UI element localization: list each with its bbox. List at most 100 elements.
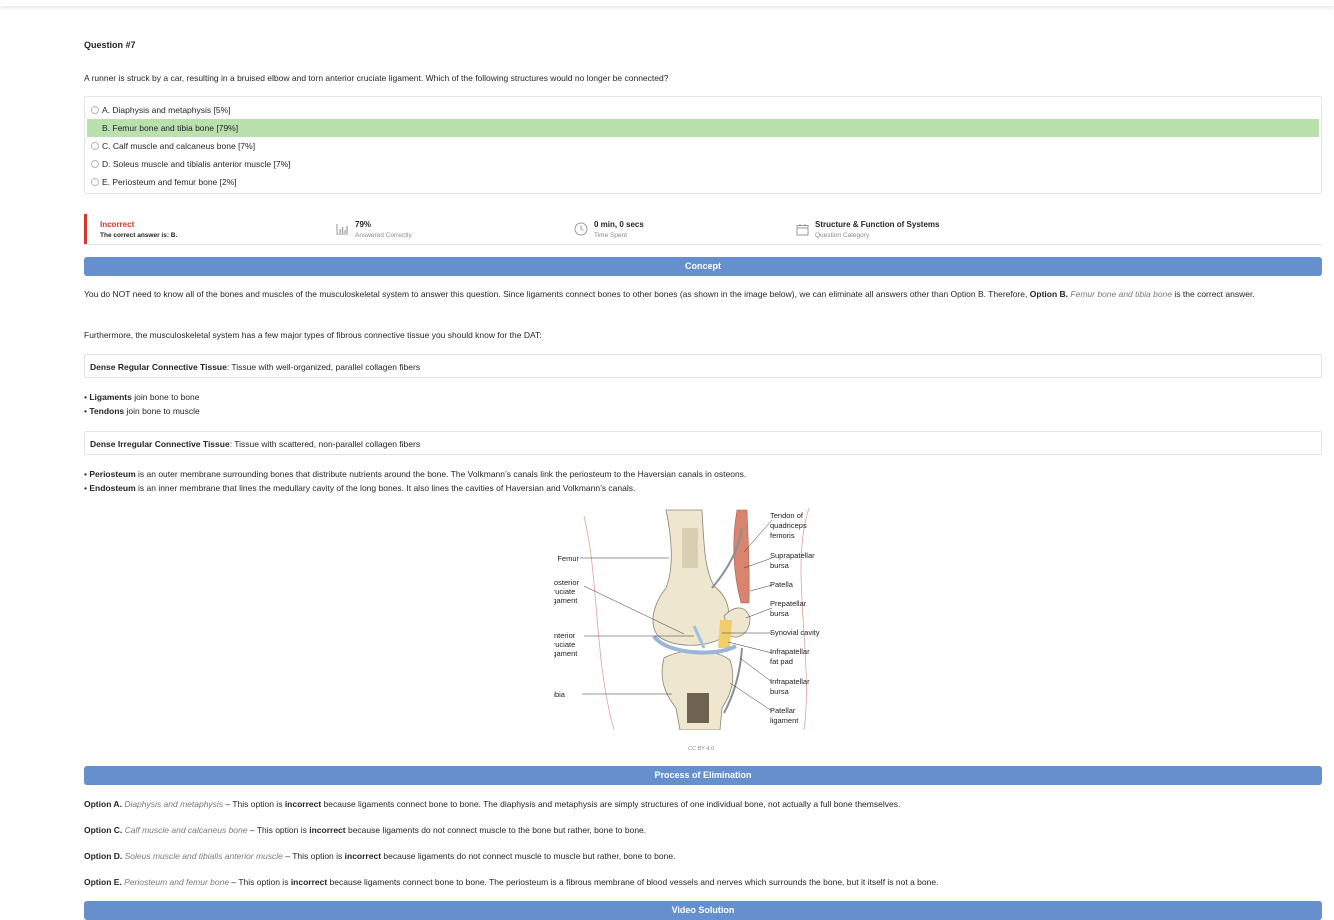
option-label: A. Diaphysis and metaphysis [5%] — [102, 105, 231, 115]
category-label: Question Category — [815, 231, 870, 239]
bullet-dot: • — [84, 483, 87, 493]
option-label: E. Periosteum and femur bone [2%] — [102, 177, 237, 187]
elimination-option-a: Option A. Diaphysis and metaphysis – Thi… — [84, 799, 900, 809]
label-patellar-lig-2: ligament — [770, 716, 799, 725]
option-text: – This option is — [223, 799, 285, 809]
option-reason: because ligaments do not connect muscle … — [381, 851, 676, 861]
bullet-dot: • — [84, 392, 87, 402]
incorrect-word: incorrect — [344, 851, 382, 861]
bullet-dot: • — [84, 406, 87, 416]
option-tag: Option C. — [84, 825, 123, 835]
label-synovial: Synovial cavity — [770, 628, 820, 637]
radio-button[interactable] — [91, 142, 99, 150]
dense-regular-box: Dense Regular Connective Tissue: Tissue … — [84, 354, 1322, 378]
bullet-term: Ligaments — [89, 392, 132, 402]
incorrect-word: incorrect — [284, 799, 322, 809]
result-label: Incorrect — [100, 219, 135, 229]
label-tendon-3: femoris — [770, 531, 795, 540]
option-label: B. Femur bone and tibia bone [79%] — [102, 123, 239, 133]
video-solution-header: Video Solution — [84, 901, 1322, 920]
bullet-term: Endosteum — [89, 483, 136, 493]
incorrect-word: incorrect — [290, 877, 328, 887]
elimination-header: Process of Elimination — [84, 766, 1322, 785]
elimination-option-e: Option E. Periosteum and femur bone – Th… — [84, 877, 938, 887]
label-prepatellar-2: bursa — [770, 609, 790, 618]
concept-paragraph: You do NOT need to know all of the bones… — [84, 288, 1322, 301]
bullet-text: join bone to muscle — [124, 406, 200, 416]
label-posterior-2: cruciate — [554, 587, 575, 596]
dense-irregular-box: Dense Irregular Connective Tissue: Tissu… — [84, 431, 1322, 455]
label-tendon-2: quadriceps — [770, 521, 807, 530]
time-label: Time Spent — [594, 231, 627, 239]
question-number: Question #7 — [84, 40, 136, 50]
label-femur: Femur — [557, 554, 579, 563]
elimination-option-d: Option D. Soleus muscle and tibialis ant… — [84, 851, 675, 861]
box-text: : Tissue with well-organized, parallel c… — [226, 362, 421, 372]
box-title: Dense Irregular Connective Tissue — [90, 439, 230, 449]
radio-button[interactable] — [91, 178, 99, 186]
radio-button[interactable] — [91, 106, 99, 114]
result-stat: Incorrect The correct answer is: B. — [84, 214, 177, 244]
option-text: – This option is — [247, 825, 310, 835]
knee-joint-diagram: Femur Posterior cruciate ligament Anteri… — [549, 507, 854, 731]
bullet-term: Periosteum — [89, 469, 136, 479]
bullet-text: is an inner membrane that lines the medu… — [135, 483, 636, 493]
concept-paragraph-2: Furthermore, the musculoskeletal system … — [84, 330, 542, 340]
box-title: Dense Regular Connective Tissue — [90, 362, 227, 372]
label-infrapatellar-fat-2: fat pad — [770, 657, 793, 666]
label-suprapatellar-2: bursa — [770, 561, 790, 570]
category-value: Structure & Function of Systems — [815, 219, 940, 229]
answer-highlight: Option B. — [1029, 289, 1069, 299]
option-name: Soleus muscle and tibialis anterior musc… — [124, 851, 283, 861]
calendar-icon — [796, 223, 809, 235]
time-stat: 0 min, 0 secs Time Spent — [574, 214, 644, 244]
elimination-option-c: Option C. Calf muscle and calcaneus bone… — [84, 825, 646, 835]
label-posterior-1: Posterior — [554, 578, 580, 587]
knee-illustration: Femur Posterior cruciate ligament Anteri… — [549, 507, 820, 731]
label-infrapatellar-bursa-2: bursa — [770, 687, 790, 696]
answer-name: Femur bone and tibia bone — [1070, 289, 1173, 299]
clock-icon — [574, 222, 588, 236]
label-anterior-3: ligament — [554, 649, 578, 658]
option-b[interactable]: B. Femur bone and tibia bone [79%] — [87, 119, 1319, 137]
option-d[interactable]: D. Soleus muscle and tibialis anterior m… — [85, 155, 1321, 173]
option-tag: Option D. — [84, 851, 123, 861]
category-stat: Structure & Function of Systems Question… — [796, 214, 939, 244]
bullet-endosteum: • Endosteum is an inner membrane that li… — [84, 483, 635, 493]
bullet-ligaments: • Ligaments join bone to bone — [84, 392, 199, 402]
bullet-text: is an outer membrane surrounding bones t… — [135, 469, 747, 479]
option-name: Periosteum and femur bone — [124, 877, 230, 887]
label-infrapatellar-bursa-1: Infrapatellar — [770, 677, 810, 686]
label-suprapatellar-1: Suprapatellar — [770, 551, 815, 560]
radio-button[interactable] — [91, 160, 99, 168]
option-c[interactable]: C. Calf muscle and calcaneus bone [7%] — [85, 137, 1321, 155]
label-anterior-1: Anterior — [554, 631, 576, 640]
label-patella: Patella — [770, 580, 794, 589]
option-text: – This option is — [229, 877, 291, 887]
stats-bar: Incorrect The correct answer is: B. 79% … — [84, 214, 1322, 245]
box-text: : Tissue with scattered, non-parallel co… — [229, 439, 421, 449]
option-reason: because ligaments connect bone to bone. … — [321, 799, 901, 809]
option-name: Diaphysis and metaphysis — [124, 799, 224, 809]
question-text: A runner is struck by a car, resulting i… — [84, 73, 669, 83]
option-a[interactable]: A. Diaphysis and metaphysis [5%] — [85, 101, 1321, 119]
bar-chart-icon — [336, 223, 348, 234]
image-credit: CC BY 4.0 — [688, 746, 714, 752]
bullet-periosteum: • Periosteum is an outer membrane surrou… — [84, 469, 746, 479]
time-value: 0 min, 0 secs — [594, 219, 644, 229]
label-posterior-3: ligament — [554, 596, 578, 605]
concept-header: Concept — [84, 257, 1322, 276]
top-bar — [0, 0, 1334, 6]
option-text: – This option is — [282, 851, 345, 861]
label-prepatellar-1: Prepatellar — [770, 599, 807, 608]
bullet-text: join bone to bone — [131, 392, 200, 402]
option-e[interactable]: E. Periosteum and femur bone [2%] — [85, 173, 1321, 191]
option-tag: Option E. — [84, 877, 122, 887]
option-tag: Option A. — [84, 799, 122, 809]
option-reason: because ligaments do not connect muscle … — [345, 825, 647, 835]
option-label: C. Calf muscle and calcaneus bone [7%] — [102, 141, 256, 151]
answer-options: A. Diaphysis and metaphysis [5%] B. Femu… — [84, 96, 1322, 194]
percent-label: Answered Correctly — [355, 231, 412, 239]
option-name: Calf muscle and calcaneus bone — [124, 825, 248, 835]
label-tibia: Tibia — [554, 690, 566, 699]
